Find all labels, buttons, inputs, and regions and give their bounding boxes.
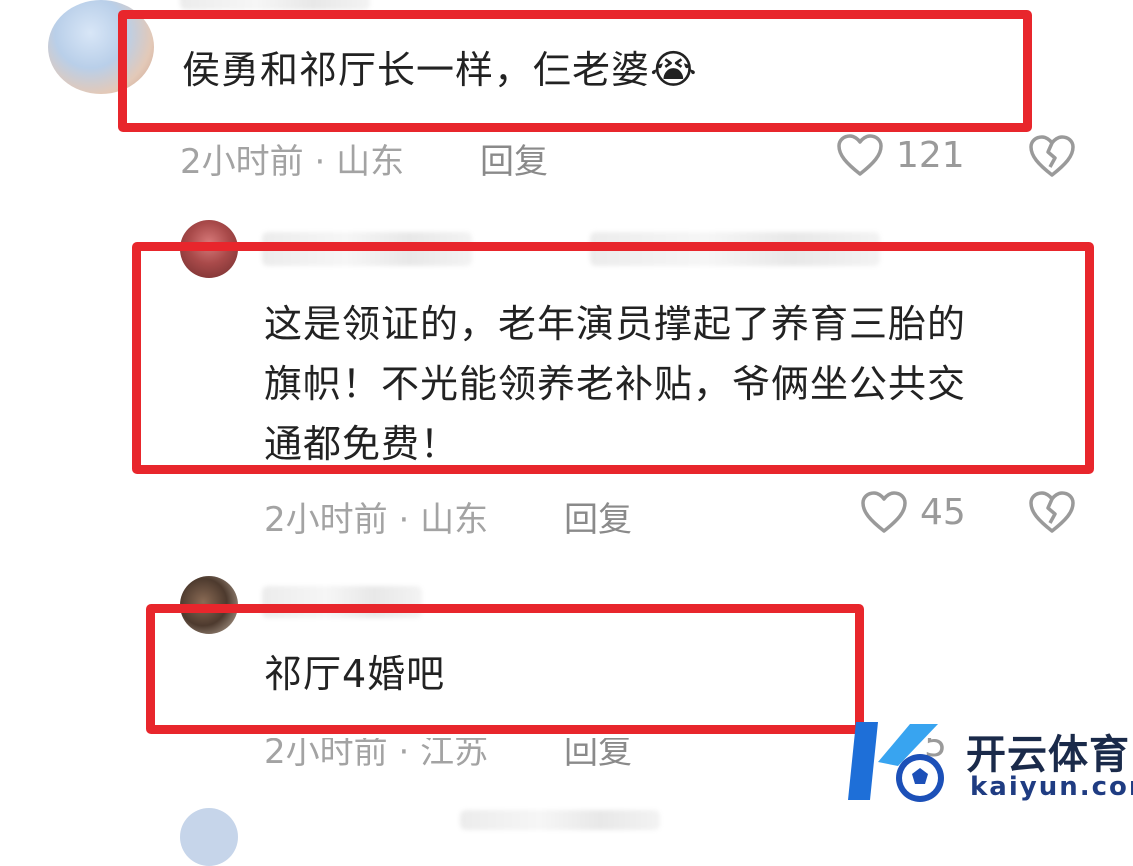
ip-location: 山东: [336, 142, 405, 182]
reply-button[interactable]: 回复: [480, 134, 548, 183]
avatar[interactable]: [180, 808, 238, 866]
watermark-subtitle: kaiyun.com: [970, 772, 1133, 802]
like-button[interactable]: 121: [836, 133, 965, 177]
meta-separator: ·: [398, 500, 410, 540]
comment-text: 这是领证的，老年演员撑起了养育三胎的 旗帜！不光能领养老补贴，爷俩坐公共交 通都…: [264, 294, 966, 474]
comment-line: 通都免费！: [264, 422, 460, 466]
meta-separator: ·: [314, 142, 326, 182]
timestamp: 2小时前: [264, 732, 388, 772]
comment-line: 这是领证的，老年演员撑起了养育三胎的: [264, 302, 967, 346]
comment-text: 侯勇和祁厅长一样，仨老婆😭: [182, 42, 698, 98]
comment-line: 旗帜！不光能领养老补贴，爷俩坐公共交: [264, 362, 967, 406]
comment-meta: 2小时前 · 山东: [264, 492, 488, 541]
timestamp: 2小时前: [180, 142, 304, 182]
meta-separator: ·: [398, 732, 410, 772]
comment-body: 侯勇和祁厅长一样，仨老婆: [182, 48, 651, 92]
ip-location: 山东: [420, 500, 489, 540]
crying-laughing-emoji-icon: 😭: [650, 47, 698, 93]
broken-heart-icon[interactable]: [1028, 490, 1076, 534]
username-blurred: [460, 810, 660, 830]
ip-location: 江苏: [420, 732, 489, 772]
comment-meta: 2小时前 · 山东: [180, 134, 404, 183]
like-button[interactable]: 45: [860, 490, 966, 534]
like-count: 121: [896, 134, 965, 176]
username-blurred[interactable]: [180, 0, 370, 10]
like-count: 45: [920, 491, 966, 533]
kaiyun-logo-icon: [848, 722, 944, 802]
broken-heart-icon[interactable]: [1028, 134, 1076, 178]
highlight-box: [146, 604, 864, 734]
reply-button[interactable]: 回复: [564, 492, 632, 541]
timestamp: 2小时前: [264, 500, 388, 540]
heart-outline-icon: [837, 134, 883, 176]
comment-text: 祁厅4婚吧: [264, 652, 446, 696]
heart-outline-icon: [861, 491, 907, 533]
watermark: 开云体育 kaiyun.com: [848, 712, 1133, 812]
